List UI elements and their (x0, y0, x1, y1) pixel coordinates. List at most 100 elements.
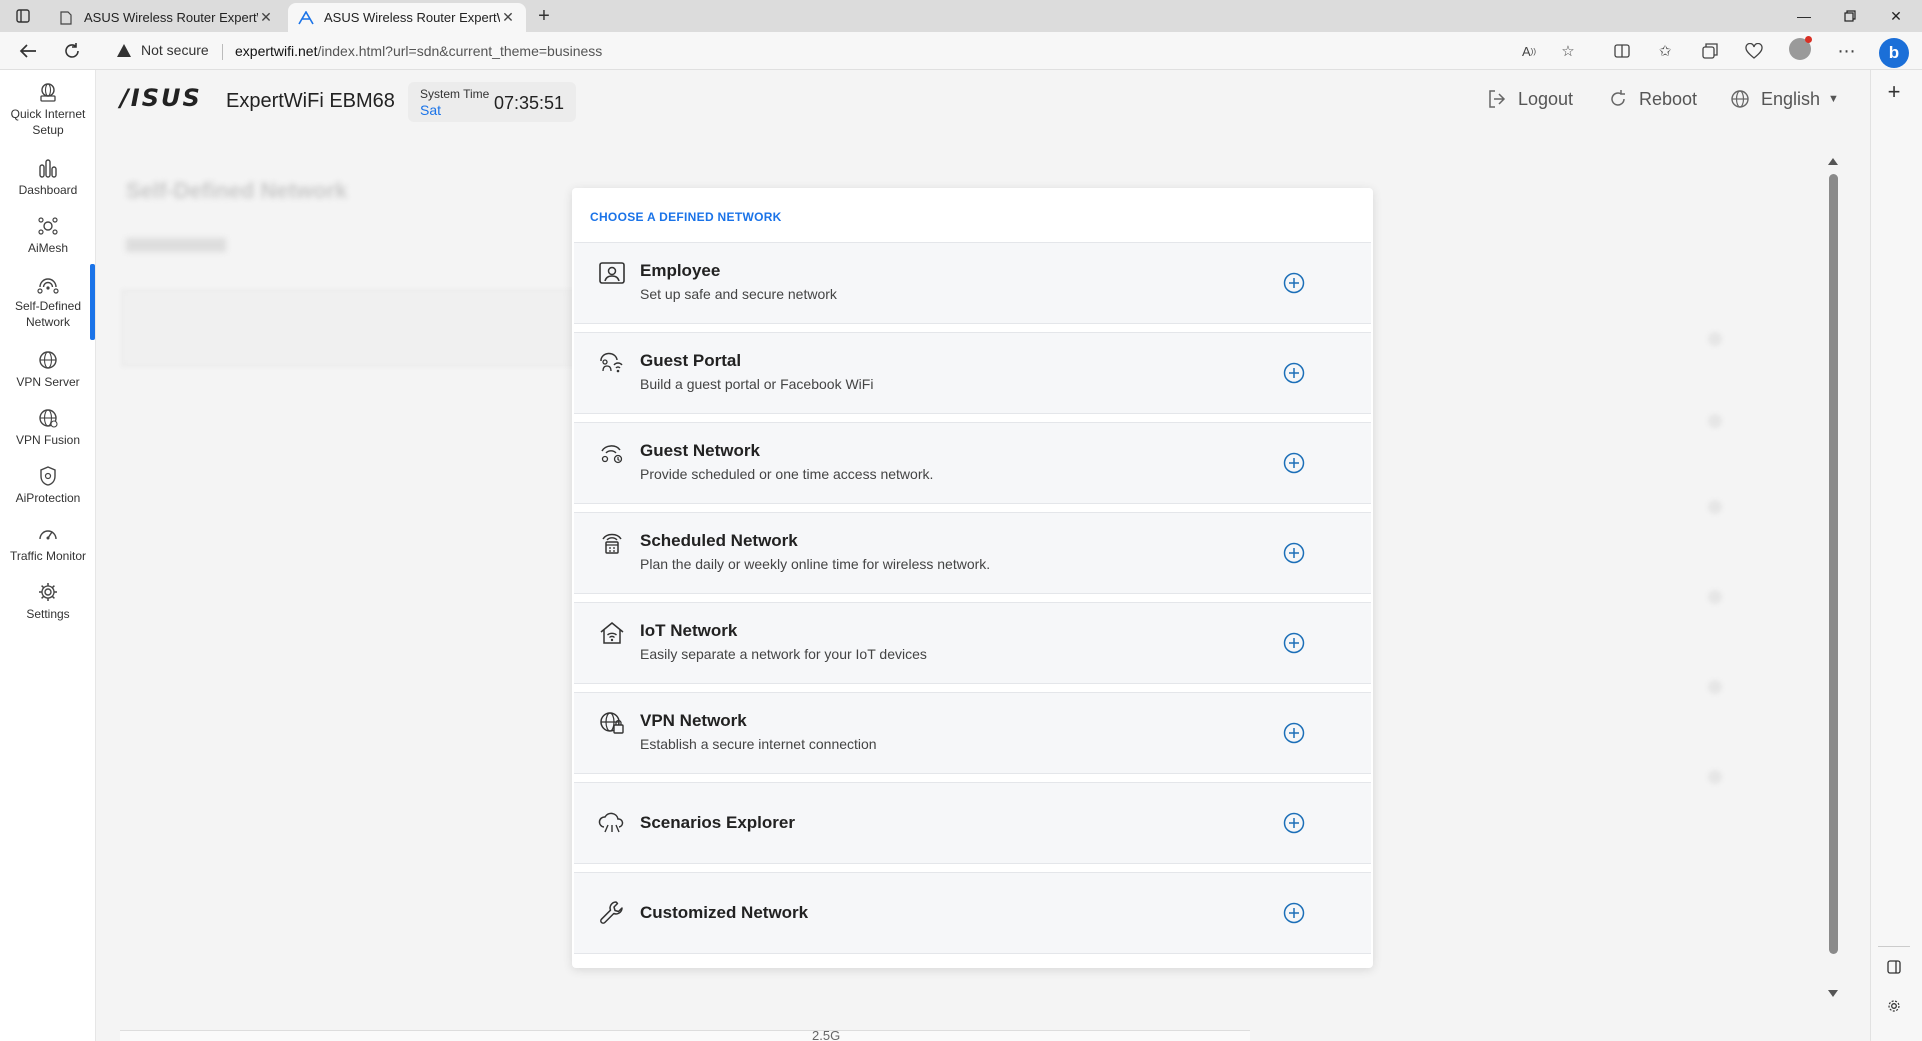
chevron-down-icon: ▼ (1828, 93, 1839, 105)
option-desc: Establish a secure internet connection (640, 736, 877, 752)
minimize-icon[interactable]: — (1781, 0, 1827, 32)
option-employee[interactable]: Employee Set up safe and secure network (574, 242, 1371, 324)
favorite-star-icon[interactable]: ☆ (1557, 40, 1579, 62)
option-desc: Easily separate a network for your IoT d… (640, 646, 927, 662)
sidebar-item-label: Dashboard (18, 183, 78, 197)
system-clock: 07:35:51 (494, 93, 565, 113)
sidebar-item-self-defined-network[interactable]: Self-Defined Network (0, 272, 96, 330)
browser-tab-2[interactable]: ASUS Wireless Router ExpertWiF ✕ (288, 3, 526, 32)
globe-icon (36, 406, 60, 430)
background-page-title: Self-Defined Network (126, 178, 348, 203)
language-selector[interactable]: English ▼ (1729, 88, 1839, 110)
add-circle-icon[interactable] (1282, 901, 1306, 925)
option-name: Employee (640, 261, 721, 280)
sidebar-item-vpn-server[interactable]: VPN Server (0, 348, 96, 390)
url-field[interactable]: expertwifi.net/index.html?url=sdn&curren… (235, 43, 602, 59)
guest-portal-icon (598, 349, 626, 377)
option-desc: Set up safe and secure network (640, 286, 837, 302)
more-options-icon[interactable]: ⋯ (1836, 40, 1858, 62)
gear-icon (36, 580, 60, 604)
option-vpn-network[interactable]: VPN Network Establish a secure internet … (574, 692, 1371, 774)
employee-badge-icon (598, 259, 626, 287)
reboot-button[interactable]: Reboot (1607, 88, 1697, 110)
favorites-icon[interactable]: ✩ (1654, 40, 1676, 62)
browser-tab-bar: ASUS Wireless Router ExpertWiF ✕ ASUS Wi… (0, 0, 1922, 32)
read-aloud-icon[interactable]: A)) (1518, 40, 1540, 62)
sidebar-item-dashboard[interactable]: Dashboard (0, 156, 96, 198)
option-guest-portal[interactable]: Guest Portal Build a guest portal or Fac… (574, 332, 1371, 414)
sidebar-item-settings[interactable]: Settings (0, 580, 96, 622)
language-label: English (1761, 88, 1821, 109)
add-circle-icon[interactable] (1282, 721, 1306, 745)
background-dot (1708, 770, 1722, 784)
mesh-icon (36, 214, 60, 238)
background-port-strip (120, 1030, 1250, 1041)
add-circle-icon[interactable] (1282, 451, 1306, 475)
guest-network-icon (598, 439, 626, 467)
asus-logo[interactable]: /ISUS (120, 84, 202, 112)
scroll-up-arrow[interactable] (1828, 158, 1838, 165)
new-tab-button[interactable]: + (532, 5, 556, 27)
wrench-icon (598, 899, 626, 927)
add-circle-icon[interactable] (1282, 631, 1306, 655)
router-header: /ISUS ExpertWiFi EBM68 System Time Sat 0… (96, 70, 1870, 132)
add-circle-icon[interactable] (1282, 541, 1306, 565)
security-indicator[interactable]: Not secure (117, 42, 209, 58)
add-sidebar-app-icon[interactable]: + (1882, 80, 1906, 104)
option-scenarios-explorer[interactable]: Scenarios Explorer (574, 782, 1371, 864)
copilot-icon[interactable]: b (1879, 38, 1909, 68)
option-guest-network[interactable]: Guest Network Provide scheduled or one t… (574, 422, 1371, 504)
notification-dot (1805, 36, 1812, 43)
router-sidebar: Quick Internet Setup Dashboard AiMesh Se… (0, 70, 96, 1041)
iot-house-icon (598, 619, 626, 647)
choose-network-dialog: CHOOSE A DEFINED NETWORK Employee Set up… (572, 188, 1373, 968)
option-customized-network[interactable]: Customized Network (574, 872, 1371, 954)
sidebar-item-aimesh[interactable]: AiMesh (0, 214, 96, 256)
option-name: Customized Network (640, 903, 809, 922)
vpn-globe-icon (598, 709, 626, 737)
tab-actions-icon[interactable] (12, 6, 34, 26)
url-host: expertwifi.net (235, 43, 318, 59)
background-network-card (122, 290, 582, 366)
back-arrow-icon[interactable] (16, 39, 40, 63)
sidebar-item-traffic-monitor[interactable]: Traffic Monitor (0, 522, 96, 564)
option-name: Guest Portal (640, 351, 742, 370)
option-desc: Provide scheduled or one time access net… (640, 466, 934, 482)
option-name: Scheduled Network (640, 531, 798, 550)
option-iot-network[interactable]: IoT Network Easily separate a network fo… (574, 602, 1371, 684)
close-icon[interactable]: ✕ (500, 9, 516, 26)
option-scheduled-network[interactable]: Scheduled Network Plan the daily or week… (574, 512, 1371, 594)
sidebar-item-aiprotection[interactable]: AiProtection (0, 464, 96, 506)
add-circle-icon[interactable] (1282, 811, 1306, 835)
browser-essentials-icon[interactable] (1743, 40, 1765, 62)
scroll-down-arrow[interactable] (1828, 990, 1838, 997)
logout-button[interactable]: Logout (1486, 88, 1573, 110)
calendar-wifi-icon (598, 529, 626, 557)
sidebar-item-label: AiProtection (15, 491, 81, 505)
hide-sidebar-icon[interactable] (1882, 960, 1906, 982)
shield-icon (36, 464, 60, 488)
sidebar-item-label: VPN Fusion (15, 433, 81, 447)
add-circle-icon[interactable] (1282, 271, 1306, 295)
web-page: /ISUS ExpertWiFi EBM68 System Time Sat 0… (0, 70, 1870, 1041)
sidebar-item-label: Settings (26, 607, 70, 621)
sidebar-item-quick-internet-setup[interactable]: Quick Internet Setup (0, 80, 96, 138)
close-icon[interactable]: ✕ (258, 9, 274, 26)
restore-icon[interactable] (1827, 0, 1873, 32)
background-dot (1708, 500, 1722, 514)
collections-icon[interactable] (1699, 40, 1721, 62)
logout-icon (1486, 88, 1508, 110)
browser-tab-1[interactable]: ASUS Wireless Router ExpertWiF ✕ (48, 3, 284, 32)
add-circle-icon[interactable] (1282, 361, 1306, 385)
tab-title: ASUS Wireless Router ExpertWiF (84, 10, 258, 25)
refresh-icon[interactable] (60, 39, 84, 63)
split-screen-icon[interactable] (1611, 40, 1633, 62)
sidebar-item-vpn-fusion[interactable]: VPN Fusion (0, 406, 96, 448)
scenario-cloud-icon (598, 809, 626, 837)
close-window-icon[interactable]: ✕ (1873, 0, 1919, 32)
url-path: /index.html?url=sdn&current_theme=busine… (317, 43, 603, 59)
edge-sidebar (1870, 70, 1922, 1041)
option-name: IoT Network (640, 621, 738, 640)
scrollbar-thumb[interactable] (1829, 174, 1838, 954)
sidebar-settings-gear-icon[interactable] (1882, 998, 1906, 1020)
